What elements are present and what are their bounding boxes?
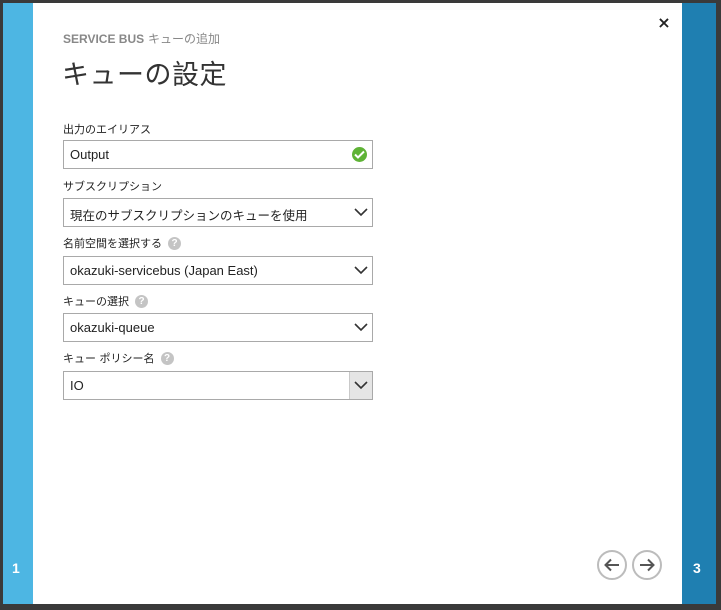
previous-button[interactable]	[597, 550, 627, 580]
output-alias-input[interactable]: Output	[63, 140, 373, 169]
policy-value: IO	[70, 378, 84, 393]
output-alias-label: 出力のエイリアス	[63, 121, 151, 137]
namespace-select[interactable]: okazuki-servicebus (Japan East)	[63, 256, 373, 285]
policy-label-text: キュー ポリシー名	[63, 352, 155, 365]
left-step-strip	[3, 3, 33, 604]
output-alias-value: Output	[70, 147, 110, 162]
step-number-previous: 1	[12, 560, 20, 576]
step-number-next: 3	[693, 560, 701, 576]
wizard-dialog: 1 3 × SERVICE BUS キューの追加 キューの設定 出力のエイリアス…	[3, 3, 716, 604]
arrow-left-icon	[604, 558, 619, 572]
queue-value: okazuki-queue	[70, 320, 155, 335]
right-step-strip	[682, 3, 716, 604]
close-icon: ×	[657, 13, 671, 32]
chevron-down-icon	[350, 314, 372, 341]
subscription-label: サブスクリプション	[63, 178, 162, 194]
subscription-label-text: サブスクリプション	[63, 180, 162, 193]
namespace-label: 名前空間を選択する ?	[63, 235, 181, 251]
namespace-value: okazuki-servicebus (Japan East)	[70, 263, 258, 278]
next-button[interactable]	[632, 550, 662, 580]
checkmark-icon	[352, 147, 367, 162]
eyebrow-action: キューの追加	[147, 32, 220, 46]
dialog-eyebrow: SERVICE BUS キューの追加	[63, 30, 220, 47]
subscription-select[interactable]: 現在のサブスクリプションのキューを使用	[63, 198, 373, 227]
queue-select[interactable]: okazuki-queue	[63, 313, 373, 342]
chevron-down-icon	[350, 199, 372, 226]
chevron-down-icon	[349, 372, 372, 399]
subscription-value: 現在のサブスクリプションのキューを使用	[70, 208, 308, 223]
help-icon[interactable]: ?	[160, 351, 174, 365]
help-icon[interactable]: ?	[168, 236, 181, 250]
policy-select[interactable]: IO	[63, 371, 373, 400]
help-icon[interactable]: ?	[135, 294, 148, 308]
queue-label: キューの選択 ?	[63, 293, 148, 309]
close-button[interactable]: ×	[656, 15, 672, 31]
arrow-right-icon	[640, 558, 655, 572]
chevron-down-icon	[350, 257, 372, 284]
queue-label-text: キューの選択	[63, 295, 129, 308]
page-title: キューの設定	[62, 60, 227, 91]
eyebrow-service: SERVICE BUS	[63, 32, 145, 46]
namespace-label-text: 名前空間を選択する	[63, 237, 162, 250]
policy-label: キュー ポリシー名 ?	[63, 350, 174, 366]
output-alias-label-text: 出力のエイリアス	[63, 123, 151, 136]
